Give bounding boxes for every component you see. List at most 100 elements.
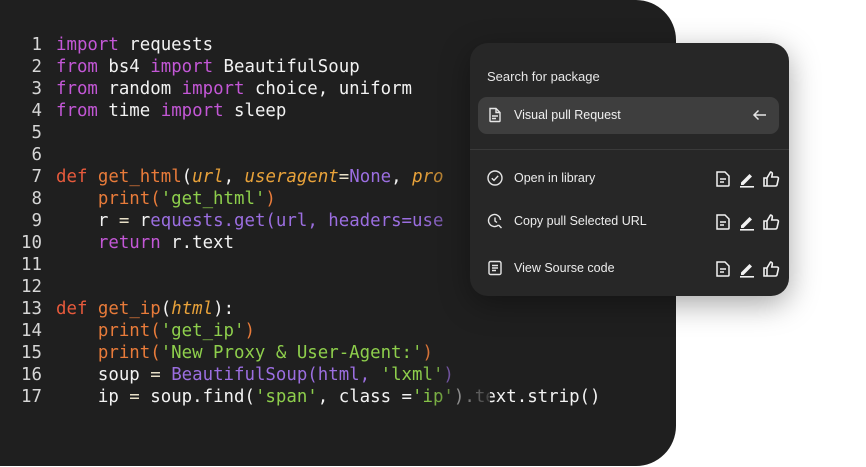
code-line[interactable]: 13 def get_ip(html): [12,298,601,320]
code-token: sleep [223,101,287,121]
thumbs-up-icon[interactable] [761,169,781,189]
copy-pull-selected-url-item[interactable]: Copy pull Selected URL [486,211,781,233]
view-source-code-item[interactable]: View Sourse code [486,258,781,280]
code-line[interactable]: 17 ip = soup.find('span', class ='ip').t… [12,386,601,408]
pencil-icon[interactable] [737,212,757,232]
line-number: 14 [21,321,42,341]
code-token: import [56,35,119,55]
line-text: r = requests.get(url, headers=use [56,210,444,232]
code-token: BeautifulSoup [213,57,360,77]
code-token: print( [56,189,161,209]
line-number: 3 [31,79,42,99]
visual-pull-request-button[interactable]: Visual pull Request [478,97,779,134]
line-number: 1 [31,35,42,55]
code-token: r [129,211,151,231]
line-number: 17 [21,387,42,407]
code-token: None [349,167,392,187]
code-token: ip [56,387,130,407]
thumbs-up-icon[interactable] [761,212,781,232]
code-token: from [56,57,98,77]
document-icon[interactable] [713,259,733,279]
code-token: choice, uniform [244,79,413,99]
code-token: ) [265,189,276,209]
code-line[interactable]: 15 print('New Proxy & User-Agent:') [12,342,601,364]
check-circle-icon [486,169,504,187]
open-in-library-label: Open in library [514,171,596,185]
line-text: print('get_html') [56,188,276,210]
code-token: print( [56,321,161,341]
line-text: from random import choice, uniform [56,78,412,100]
code-token: 'span' [254,387,318,407]
line-text: ip = soup.find('span', class ='ip').text… [56,386,601,408]
arrow-left-icon[interactable] [751,106,769,124]
line-text: import requests [56,34,213,56]
code-token: get_html [97,167,182,187]
search-refresh-icon [486,212,504,230]
line-text: def get_html(url, useragent=None, pro [56,166,444,188]
code-token: import [181,79,245,99]
menu-divider [470,149,789,150]
code-token: equests.get(url, headers=use [150,211,444,231]
line-text: print('New Proxy & User-Agent:') [56,342,433,364]
code-token: return [56,233,161,253]
line-number: 6 [31,145,42,165]
line-number: 5 [31,123,42,143]
pencil-icon[interactable] [737,259,757,279]
code-token: def [56,167,88,187]
line-text: print('get_ip') [56,320,255,342]
view-source-code-label: View Sourse code [514,261,615,275]
code-token: html [171,299,214,319]
line-number: 8 [31,189,42,209]
pencil-icon[interactable] [737,169,757,189]
thumbs-up-icon[interactable] [761,259,781,279]
line-number: 7 [31,167,42,187]
line-number: 13 [21,299,42,319]
line-number: 9 [31,211,42,231]
line-number: 4 [31,101,42,121]
code-token: r [56,211,119,231]
code-token: 'New Proxy & User-Agent:' [160,343,423,363]
code-token: requests [118,35,214,55]
code-token: ): [213,299,235,319]
code-token: = [338,167,350,187]
code-token: BeautifulSoup(html, [160,365,381,385]
code-token: soup.find( [139,387,255,407]
code-token: def [56,299,88,319]
code-token: ) [244,321,255,341]
code-token: time [97,101,161,121]
code-token: , [223,167,245,187]
code-token: r.text [160,233,234,253]
code-token: url [192,167,224,187]
code-token: soup [56,365,151,385]
code-token: from [56,101,98,121]
code-token: random [97,79,182,99]
line-text: from time import sleep [56,100,286,122]
visual-pull-request-label: Visual pull Request [514,108,621,122]
line-text: from bs4 import BeautifulSoup [56,56,360,78]
document-icon[interactable] [713,169,733,189]
line-text: return r.text [56,232,234,254]
code-token: bs4 [97,57,151,77]
open-in-library-item[interactable]: Open in library [486,168,781,190]
code-token: , class = [317,387,413,407]
code-token: ( [160,299,172,319]
code-token: ( [181,167,193,187]
line-number: 12 [21,277,42,297]
list-document-icon [486,259,504,277]
code-token: import [160,101,224,121]
code-line[interactable]: 14 print('get_ip') [12,320,601,342]
code-token: = [129,387,140,407]
code-token: print( [56,343,161,363]
code-token: 'get_html' [160,189,266,209]
line-number: 15 [21,343,42,363]
document-icon [486,106,504,124]
code-token: get_ip [97,299,161,319]
context-menu-panel: Search for package Visual pull Request O… [470,43,789,296]
line-number: 10 [21,233,42,253]
code-line[interactable]: 16 soup = BeautifulSoup(html, 'lxml') [12,364,601,386]
line-number: 16 [21,365,42,385]
line-number: 11 [21,255,42,275]
document-icon[interactable] [713,212,733,232]
